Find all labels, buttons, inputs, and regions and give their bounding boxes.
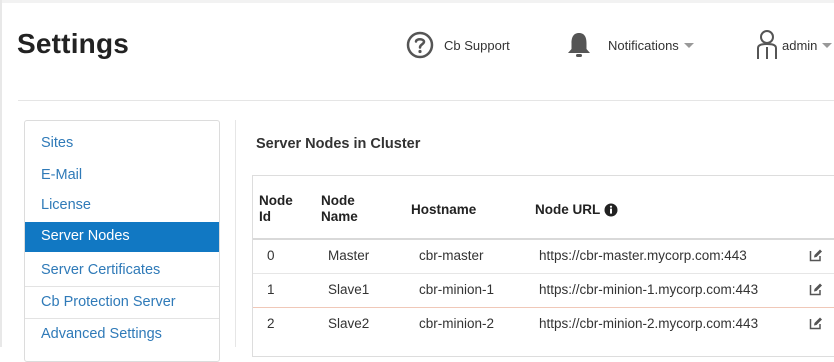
sidebar-item-license[interactable]: License	[25, 191, 219, 221]
cell-node-url: https://cbr-minion-1.mycorp.com:443	[539, 282, 759, 297]
server-nodes-table: Node Id Node Name Hostname Node URL 0 Ma…	[252, 175, 834, 357]
column-header-node-url-label: Node URL	[535, 202, 601, 217]
cell-node-url: https://cbr-master.mycorp.com:443	[539, 248, 747, 263]
sidebar-item-email[interactable]: E-Mail	[25, 161, 219, 191]
table-row: 0 Master cbr-master https://cbr-master.m…	[253, 238, 834, 273]
sidebar-item-sites[interactable]: Sites	[25, 129, 219, 159]
sidebar-item-server-nodes[interactable]: Server Nodes	[25, 222, 219, 252]
header-divider	[18, 100, 834, 101]
cb-support-label: Cb Support	[444, 37, 510, 53]
edit-icon[interactable]	[809, 282, 823, 296]
table-row: 2 Slave2 cbr-minion-2 https://cbr-minion…	[253, 307, 834, 341]
user-label: admin	[782, 37, 818, 53]
table-row: 1 Slave1 cbr-minion-1 https://cbr-minion…	[253, 273, 834, 307]
user-menu[interactable]: admin	[754, 27, 833, 63]
sidebar-item-label: License	[41, 197, 91, 213]
column-header-node-id: Node Id	[259, 193, 293, 224]
cell-node-name: Master	[328, 248, 370, 263]
chevron-down-icon	[683, 42, 694, 48]
sidebar-item-label: Sites	[41, 135, 74, 151]
chevron-down-icon	[822, 42, 833, 48]
sidebar-item-cb-protection-server[interactable]: Cb Protection Server	[25, 288, 219, 318]
left-border	[0, 0, 2, 347]
column-header-node-url: Node URL	[535, 202, 618, 218]
bell-icon	[568, 33, 590, 57]
cell-hostname: cbr-minion-2	[419, 316, 495, 331]
edit-icon[interactable]	[809, 248, 823, 262]
vertical-divider	[235, 120, 236, 347]
cell-node-id: 1	[267, 282, 275, 297]
settings-sidebar: Sites E-Mail License Server Nodes Server…	[24, 120, 220, 362]
sidebar-item-label: Cb Protection Server	[41, 294, 176, 310]
cb-support-link[interactable]: Cb Support	[405, 27, 510, 63]
sidebar-item-server-certificates[interactable]: Server Certificates	[25, 256, 219, 286]
user-icon	[757, 30, 777, 59]
section-title: Server Nodes in Cluster	[256, 136, 421, 152]
cell-node-id: 0	[267, 248, 275, 263]
notifications-dropdown[interactable]: Notifications	[564, 27, 694, 63]
sidebar-divider	[25, 318, 219, 319]
info-icon[interactable]	[604, 203, 618, 217]
cell-node-url: https://cbr-minion-2.mycorp.com:443	[539, 316, 759, 331]
sidebar-item-label: Advanced Settings	[41, 326, 162, 342]
column-header-hostname: Hostname	[411, 202, 477, 217]
cell-hostname: cbr-master	[419, 248, 484, 263]
cell-node-name: Slave2	[328, 316, 370, 331]
cell-node-name: Slave1	[328, 282, 370, 297]
sidebar-divider	[25, 286, 219, 287]
sidebar-item-label: E-Mail	[41, 167, 83, 183]
top-border	[0, 0, 834, 3]
question-circle-icon	[406, 31, 434, 59]
page-title: Settings	[17, 28, 130, 59]
sidebar-item-advanced-settings[interactable]: Advanced Settings	[25, 320, 219, 350]
notifications-label: Notifications	[608, 37, 679, 53]
sidebar-item-label: Server Nodes	[41, 228, 130, 244]
column-header-node-name: Node Name	[321, 193, 358, 224]
edit-icon[interactable]	[809, 316, 823, 330]
cell-hostname: cbr-minion-1	[419, 282, 495, 297]
cell-node-id: 2	[267, 316, 275, 331]
sidebar-item-label: Server Certificates	[41, 262, 161, 278]
